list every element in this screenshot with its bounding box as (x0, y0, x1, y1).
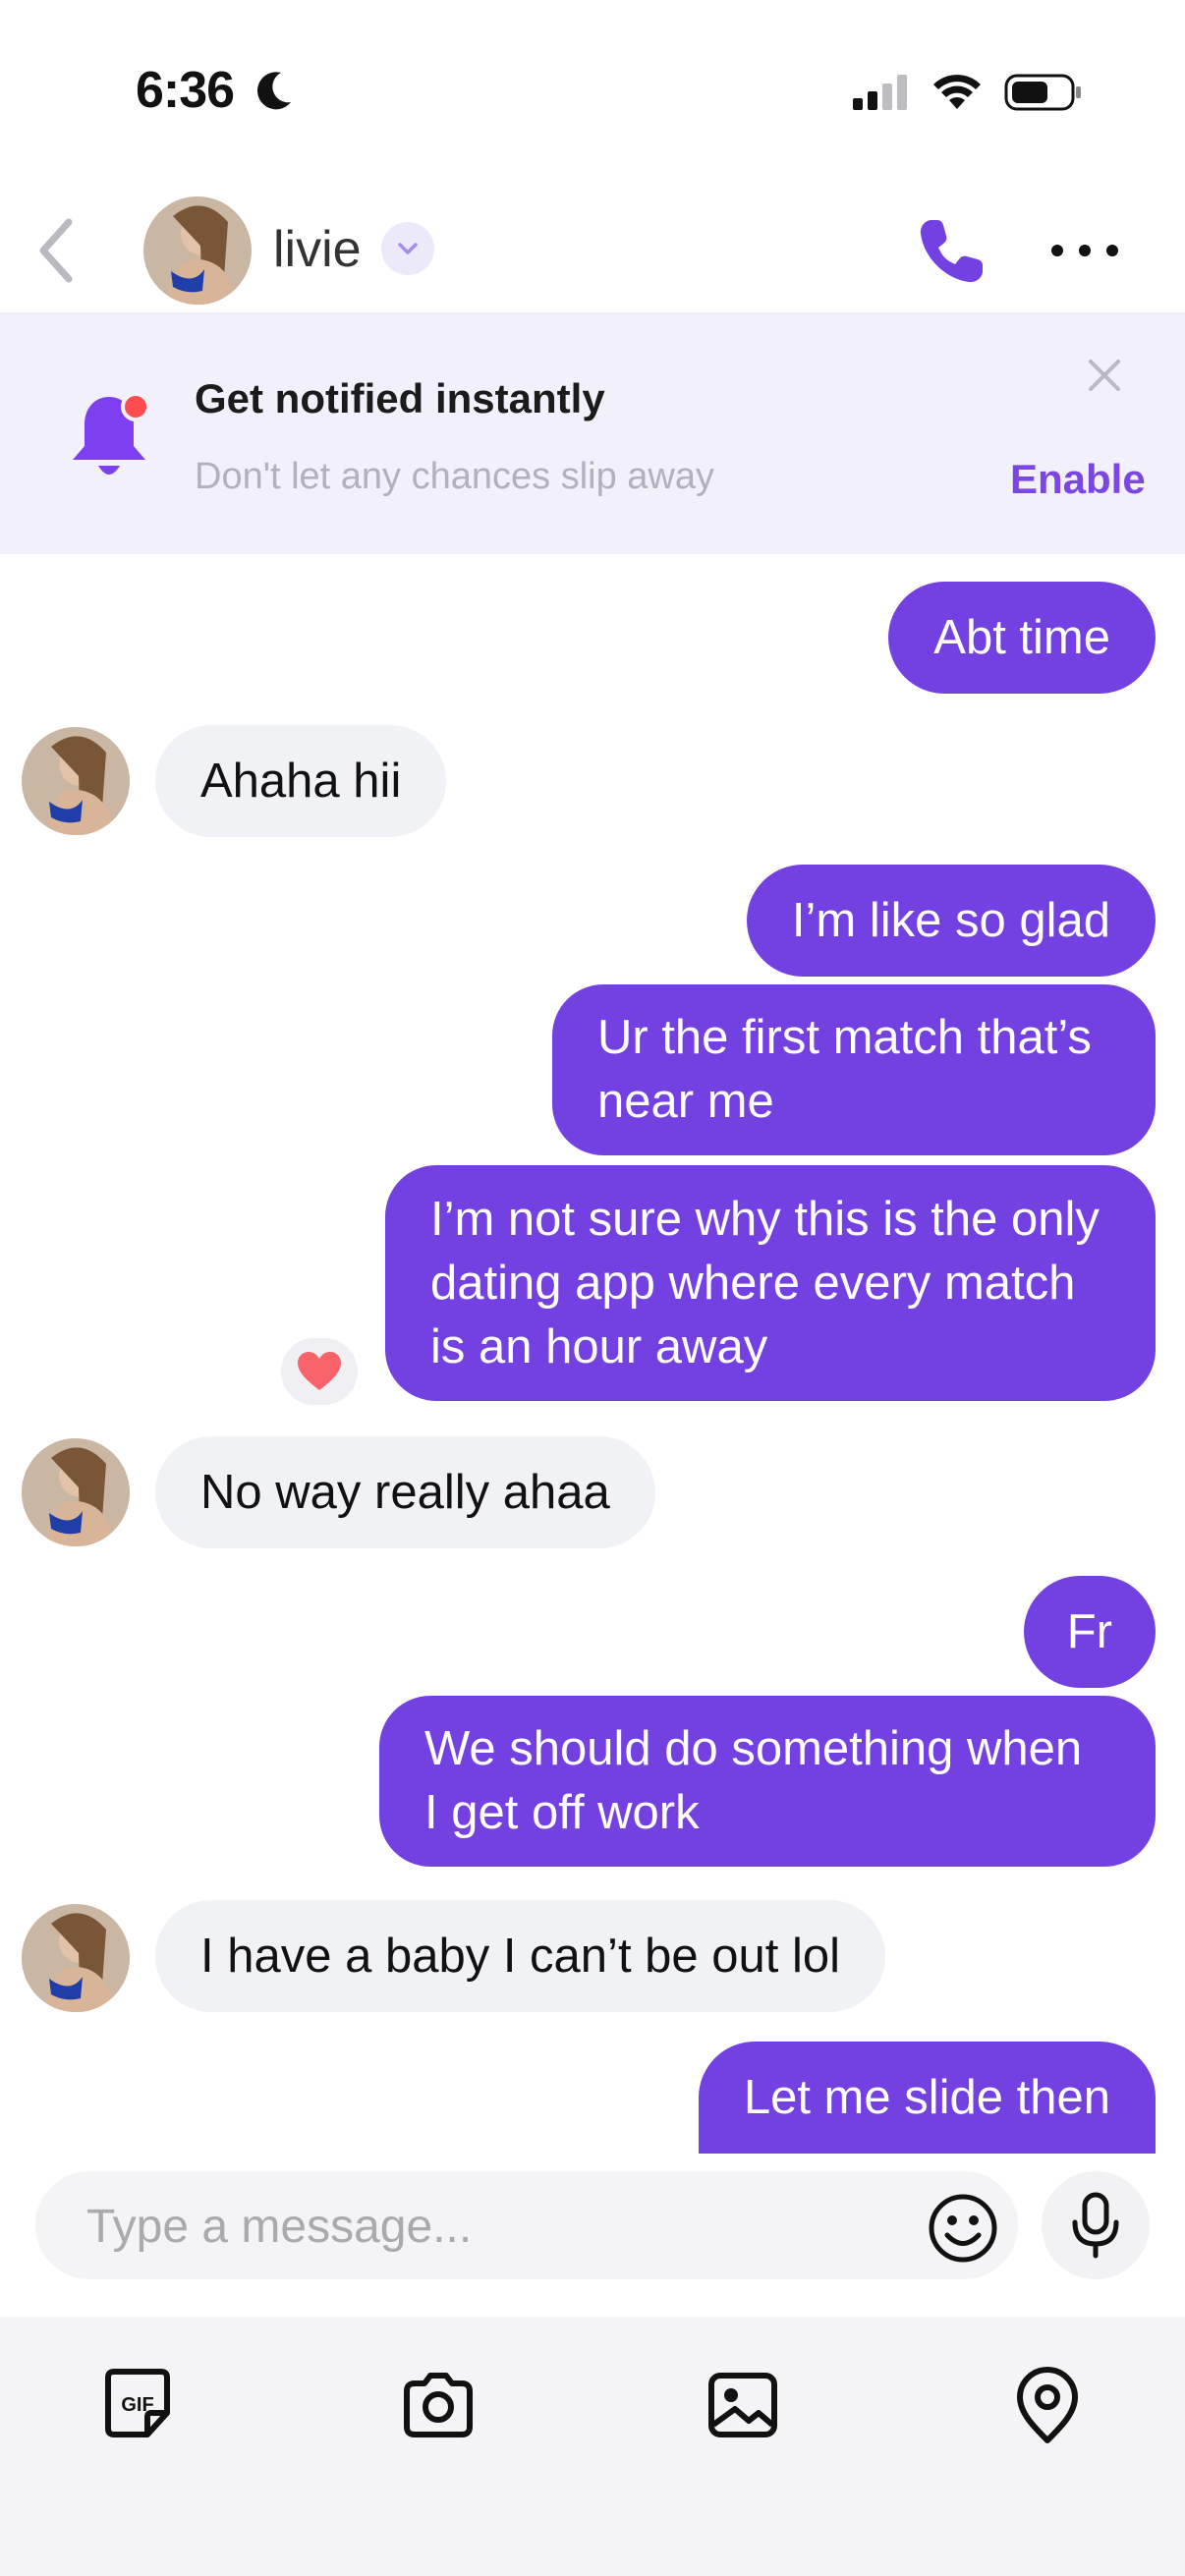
message-bubble-outgoing[interactable]: We should do something when I get off wo… (379, 1696, 1156, 1867)
status-indicators (853, 73, 1083, 112)
phone-call-icon[interactable] (914, 214, 988, 289)
message-input[interactable] (85, 2183, 894, 2269)
more-options-icon[interactable] (1045, 226, 1124, 275)
cellular-signal-icon (853, 75, 907, 110)
svg-text:GIF: GIF (121, 2394, 153, 2416)
banner-title: Get notified instantly (195, 375, 605, 421)
contact-avatar-small[interactable] (22, 1438, 130, 1546)
message-bubble-outgoing[interactable]: Ur the first match that’s near me (552, 984, 1156, 1155)
message-bubble-incoming[interactable]: Ahaha hii (155, 725, 447, 837)
heart-icon (298, 1352, 341, 1390)
enable-notifications-button[interactable]: Enable (1010, 456, 1146, 503)
message-bubble-outgoing[interactable]: I’m not sure why this is the only dating… (385, 1165, 1156, 1401)
contact-avatar-small[interactable] (22, 1904, 130, 2012)
message-bubble-outgoing[interactable]: Let me slide then (698, 2042, 1156, 2154)
wifi-icon (933, 75, 981, 109)
image-icon[interactable] (702, 2364, 784, 2446)
notification-bell-icon (73, 392, 150, 475)
gif-icon[interactable]: GIF (96, 2364, 179, 2446)
message-bubble-incoming[interactable]: I have a baby I can’t be out lol (155, 1900, 886, 2012)
location-pin-icon[interactable] (1006, 2364, 1089, 2446)
microphone-icon (1072, 2192, 1119, 2259)
close-icon[interactable] (1085, 356, 1124, 395)
message-bubble-outgoing[interactable]: Abt time (888, 582, 1156, 694)
back-chevron-icon[interactable] (31, 216, 81, 285)
attachment-toolbar: GIF (0, 2317, 1185, 2576)
contact-name[interactable]: livie (273, 220, 362, 279)
notification-banner: Get notified instantly Don't let any cha… (0, 314, 1185, 554)
message-bubble-incoming[interactable]: No way really ahaa (155, 1436, 655, 1548)
profile-dropdown-button[interactable] (381, 222, 434, 275)
emoji-icon[interactable] (924, 2189, 1002, 2268)
do-not-disturb-moon-icon (257, 72, 291, 110)
chat-header: livie (0, 187, 1185, 314)
camera-icon[interactable] (397, 2364, 480, 2446)
battery-icon (1004, 74, 1081, 111)
status-time: 6:36 (136, 62, 235, 119)
chevron-down-icon (398, 243, 418, 254)
voice-message-button[interactable] (1042, 2171, 1150, 2279)
contact-avatar[interactable] (143, 196, 252, 305)
message-bubble-outgoing[interactable]: I’m like so glad (746, 865, 1156, 977)
banner-subtitle: Don't let any chances slip away (195, 456, 714, 497)
message-bubble-outgoing[interactable]: Fr (1023, 1576, 1156, 1688)
contact-avatar-small[interactable] (22, 727, 130, 835)
message-reaction[interactable] (281, 1338, 358, 1405)
